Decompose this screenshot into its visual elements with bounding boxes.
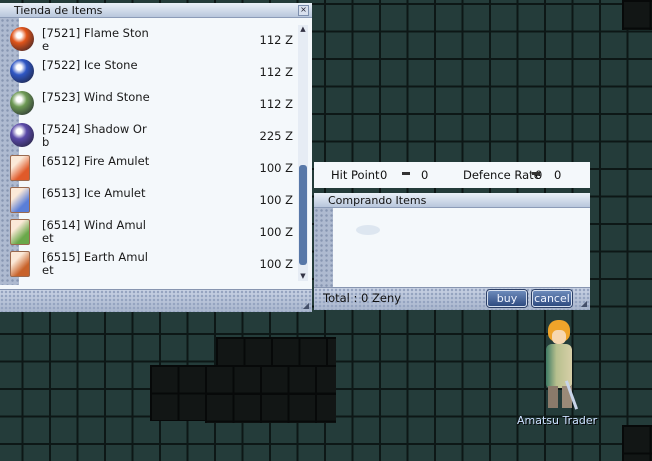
buying-window-title[interactable]: Comprando Items: [314, 193, 590, 208]
dark-floor-tile: [622, 0, 652, 30]
ice-amulet-icon: [10, 187, 30, 213]
hit-point-change-icon: [402, 172, 410, 175]
npc-face: [552, 330, 566, 344]
shop-window-title[interactable]: Tienda de Items: [0, 3, 312, 18]
cancel-button[interactable]: cancel: [532, 290, 572, 307]
shop-item-name: [6514] Wind Amulet: [42, 218, 147, 245]
shadow-orb-icon: [10, 123, 34, 147]
shop-item-name: [7522] Ice Stone: [42, 58, 138, 72]
shop-item-price: 112 Z: [259, 97, 293, 111]
shop-item-name: [6512] Fire Amulet: [42, 154, 150, 168]
npc-leg: [548, 386, 558, 408]
shop-item-name: [6515] Earth Amulet: [42, 250, 148, 277]
dark-floor-tile: [205, 393, 336, 423]
empty-slot-icon: [356, 225, 380, 235]
wind-orb-icon: [10, 91, 34, 115]
resize-grip-icon[interactable]: ◢: [581, 299, 587, 308]
scroll-thumb[interactable]: [299, 165, 307, 265]
shop-item-price: 225 Z: [259, 129, 293, 143]
shop-item-name: [6513] Ice Amulet: [42, 186, 146, 200]
shop-item-price: 100 Z: [259, 161, 293, 175]
buy-button[interactable]: buy: [487, 290, 527, 307]
ice-orb-icon: [10, 59, 34, 83]
shop-footer: ◢: [0, 289, 312, 312]
npc-name-label: Amatsu Trader: [517, 414, 598, 427]
hit-point-label: Hit Point: [331, 168, 380, 182]
scroll-down-icon[interactable]: ▼: [298, 272, 308, 281]
defence-rate-value: 0: [535, 168, 543, 182]
buying-window: Comprando Items Total : 0 Zeny buy cance…: [314, 193, 590, 310]
shop-title-text: Tienda de Items: [14, 4, 103, 17]
buying-side-panel: [314, 208, 333, 288]
defence-rate-change: 0: [554, 168, 562, 182]
shop-scrollbar[interactable]: ▲ ▼: [298, 25, 308, 281]
dark-floor-tile: [216, 337, 336, 365]
shop-item-price: 100 Z: [259, 257, 293, 271]
shop-item-price: 112 Z: [259, 33, 293, 47]
stats-bar: Hit Point 0 0 Defence Rate 0 0: [314, 162, 590, 188]
wind-amulet-icon: [10, 219, 30, 245]
dark-floor-tile: [622, 425, 652, 461]
shop-item-price: 100 Z: [259, 225, 293, 239]
close-icon[interactable]: ×: [298, 5, 309, 16]
shop-item-name: [7523] Wind Stone: [42, 90, 150, 104]
shop-item-name: [7521] Flame Stone: [42, 26, 149, 53]
buying-footer: Total : 0 Zeny buy cancel ◢: [314, 287, 590, 310]
scroll-up-icon[interactable]: ▲: [298, 25, 308, 34]
hit-point-change: 0: [421, 168, 429, 182]
shop-item-price: 112 Z: [259, 65, 293, 79]
hit-point-value: 0: [380, 168, 388, 182]
buying-title-text: Comprando Items: [328, 194, 427, 207]
defence-rate-change-icon: [532, 172, 540, 175]
shop-item-name: [7524] Shadow Orb: [42, 122, 147, 149]
fire-amulet-icon: [10, 155, 30, 181]
shop-window: Tienda de Items × ▲ ▼ ◢ [7521] Flame Sto…: [0, 3, 312, 312]
earth-amulet-icon: [10, 251, 30, 277]
defence-rate-label: Defence Rate: [463, 168, 541, 182]
fire-orb-icon: [10, 27, 34, 51]
npc-sprite[interactable]: [540, 320, 582, 412]
shop-item-price: 100 Z: [259, 193, 293, 207]
resize-grip-icon[interactable]: ◢: [303, 301, 309, 310]
total-zeny: Total : 0 Zeny: [323, 291, 402, 305]
